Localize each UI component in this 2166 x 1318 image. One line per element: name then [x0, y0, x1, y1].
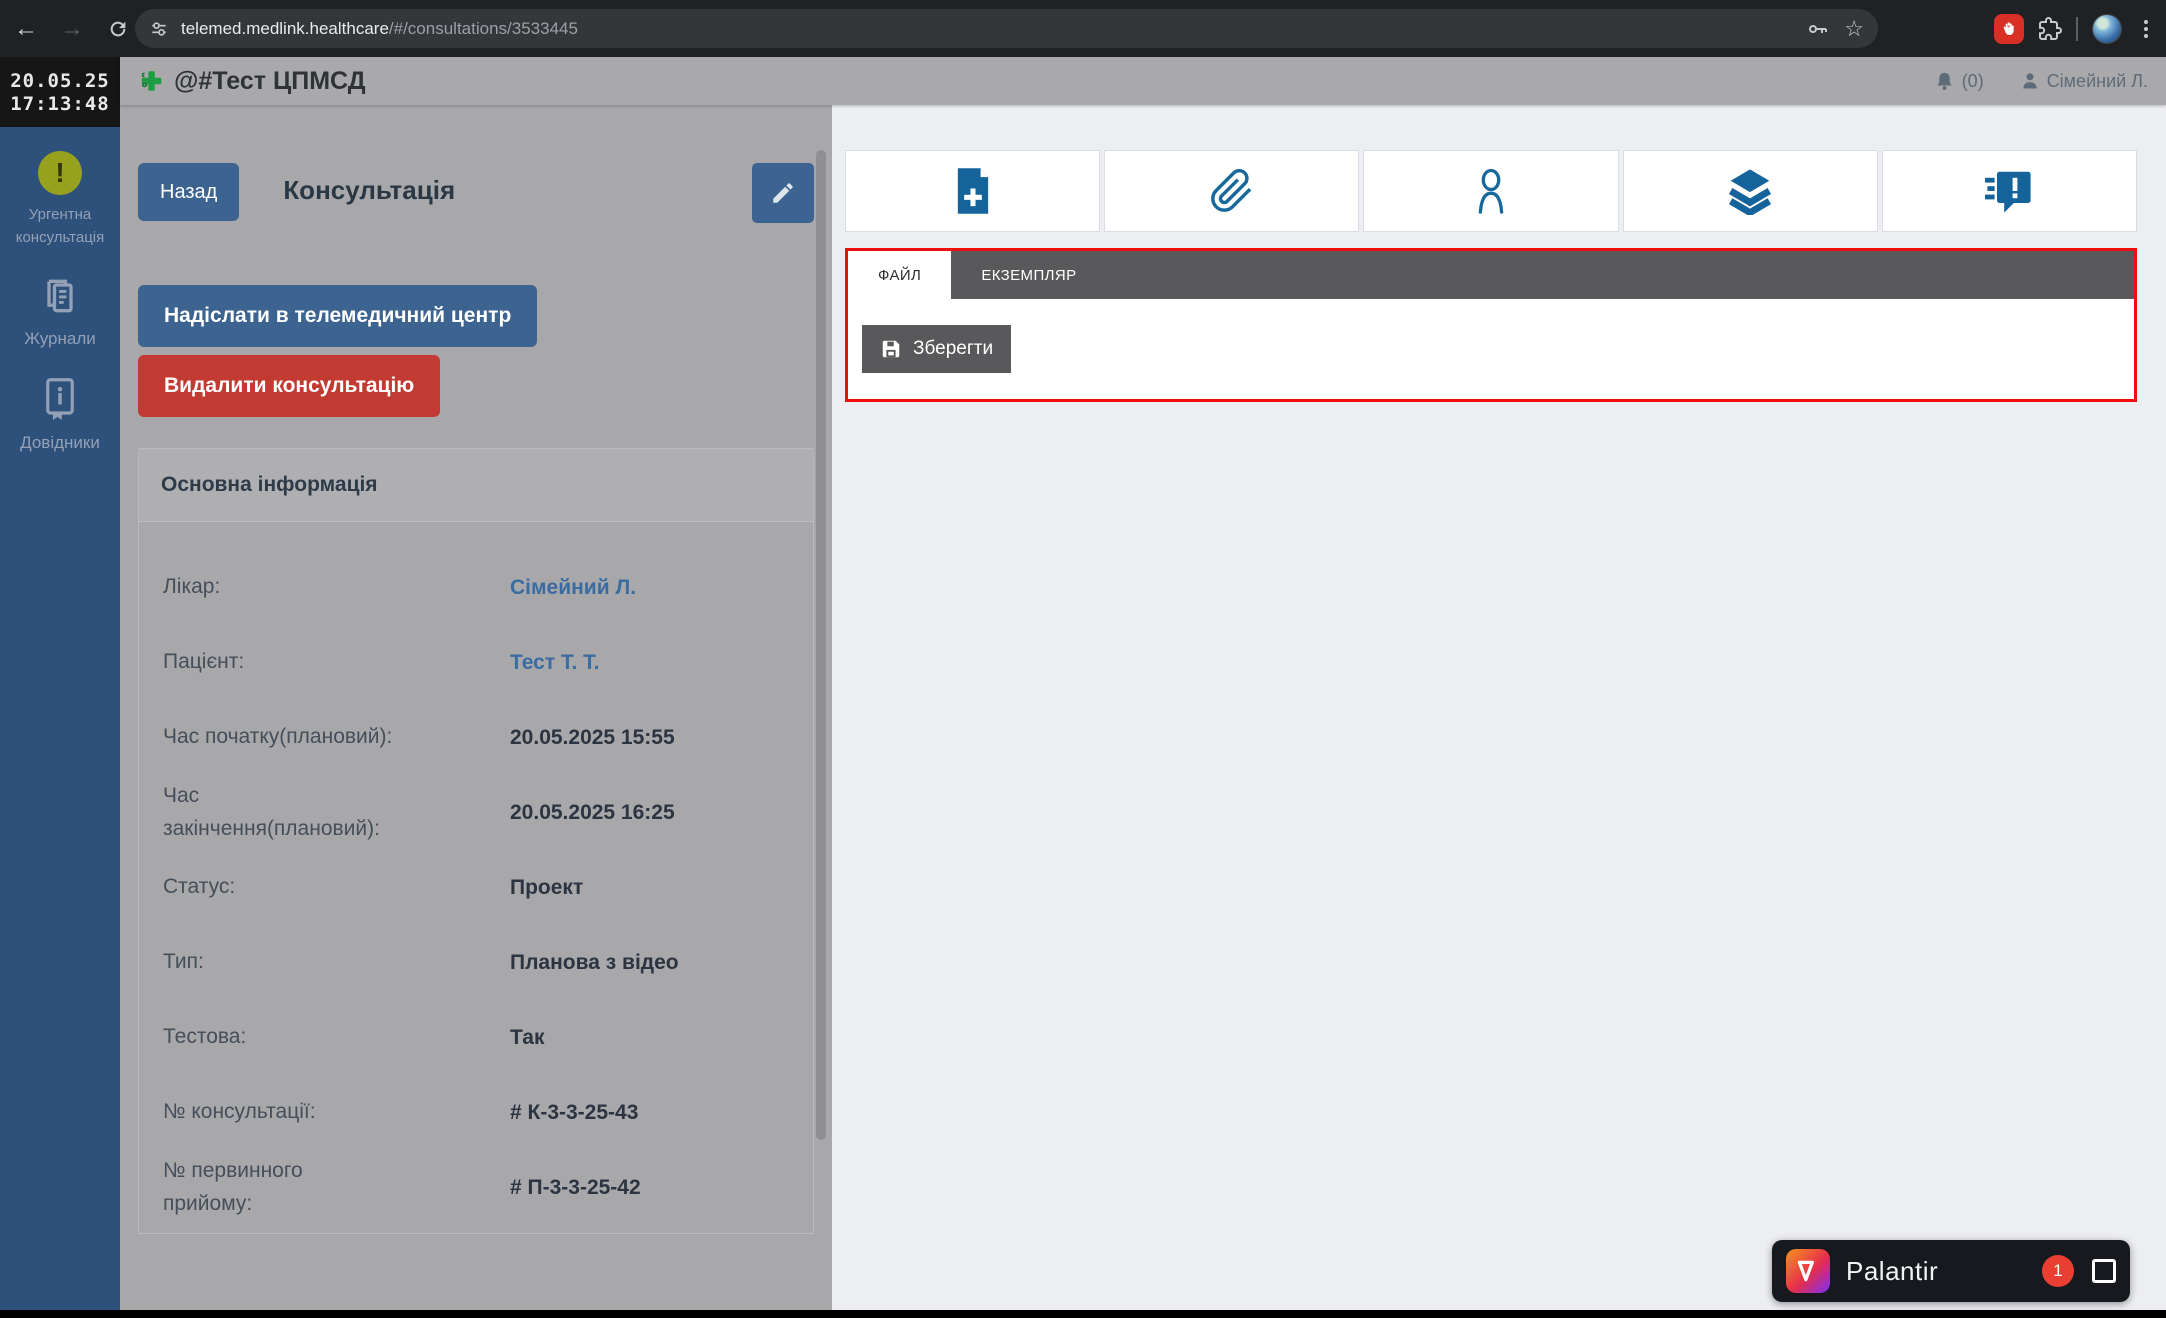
- info-label: № первинного прийому:: [163, 1155, 313, 1220]
- palantir-logo-icon: [1786, 1249, 1830, 1293]
- doctor-link[interactable]: Сімейний Л.: [510, 576, 789, 600]
- card-section-title: Основна інформація: [139, 449, 813, 522]
- sidebar-item-urgent-consultation[interactable]: ! Ургентна консультація: [3, 151, 117, 250]
- sidebar-item-handbooks[interactable]: Довідники: [3, 376, 117, 456]
- edit-button[interactable]: [752, 163, 814, 223]
- info-label: Час початку(плановий):: [163, 721, 413, 754]
- patient-link[interactable]: Тест Т. Т.: [510, 651, 789, 675]
- layers-icon: [1725, 167, 1775, 215]
- info-row-start-time: Час початку(плановий): 20.05.2025 15:55: [163, 700, 789, 775]
- person-outline-icon: [1469, 166, 1513, 216]
- bookmark-star-icon[interactable]: ☆: [1844, 16, 1864, 42]
- info-label: Статус:: [163, 871, 413, 904]
- paperclip-icon: [1209, 168, 1255, 214]
- page-title: Консультація: [283, 175, 455, 206]
- url-path: /#/consultations/3533445: [389, 19, 578, 39]
- browser-menu-icon[interactable]: [2136, 20, 2156, 38]
- info-value: Планова з відео: [510, 951, 789, 975]
- consultation-panel: Назад Консультація Надіслати в телемедич…: [120, 105, 832, 1310]
- info-row-type: Тип: Планова з відео: [163, 925, 789, 1000]
- sidebar-item-label: Журнали: [24, 326, 96, 352]
- user-name: Сімейний Л.: [2047, 71, 2148, 92]
- back-button[interactable]: Назад: [138, 163, 239, 221]
- user-menu[interactable]: Сімейний Л.: [2020, 71, 2148, 92]
- app-header: @#Тест ЦПМСД (0) Сімейний Л.: [120, 57, 2166, 105]
- section-toolbar: [845, 150, 2137, 232]
- toolbar-button-attachments[interactable]: [1104, 150, 1359, 232]
- digital-clock: 20.05.25 17:13:48: [0, 57, 120, 127]
- info-row-status: Статус: Проект: [163, 850, 789, 925]
- tab-bar: ФАЙЛ ЕКЗЕМПЛЯР: [848, 251, 2134, 299]
- palantir-badge: 1: [2042, 1255, 2074, 1287]
- info-label: № консультації:: [163, 1096, 413, 1129]
- info-label: Пацієнт:: [163, 646, 413, 679]
- delete-consultation-button[interactable]: Видалити консультацію: [138, 355, 440, 417]
- sidebar-item-label: Довідники: [20, 430, 100, 456]
- toolbar-button-medical-file[interactable]: [845, 150, 1100, 232]
- palantir-label: Palantir: [1846, 1256, 1938, 1287]
- info-row-doctor: Лікар: Сімейний Л.: [163, 550, 789, 625]
- info-value: 20.05.2025 15:55: [510, 726, 789, 750]
- main-info-card: Основна інформація Лікар: Сімейний Л. Па…: [138, 448, 814, 1234]
- info-row-consultation-number: № консультації: # К-3-3-25-43: [163, 1075, 789, 1150]
- medical-file-icon: [954, 167, 992, 215]
- screen-bottom-bar: [0, 1310, 2166, 1318]
- browser-back-icon[interactable]: ←: [6, 9, 46, 49]
- annotation-highlight-box: ФАЙЛ ЕКЗЕМПЛЯР Зберегти: [845, 248, 2137, 402]
- notifications-button[interactable]: (0): [1934, 71, 1984, 92]
- toolbar-button-participants[interactable]: [1363, 150, 1618, 232]
- save-button-label: Зберегти: [913, 338, 993, 360]
- url-host: telemed.medlink.healthcare: [181, 19, 389, 39]
- user-icon: [2020, 71, 2040, 91]
- handbooks-icon: [39, 376, 81, 422]
- info-label: Лікар:: [163, 571, 413, 604]
- toolbar-button-stack[interactable]: [1623, 150, 1878, 232]
- info-value: Проект: [510, 876, 789, 900]
- floppy-disk-icon: [880, 338, 902, 360]
- info-label: Тип:: [163, 946, 413, 979]
- app-title: @#Тест ЦПМСД: [174, 67, 366, 96]
- address-bar[interactable]: telemed.medlink.healthcare/#/consultatio…: [135, 9, 1878, 48]
- medical-cross-logo-icon: [138, 68, 164, 94]
- journals-icon: [38, 274, 82, 318]
- urgent-exclamation-icon: !: [38, 151, 82, 195]
- extensions-puzzle-icon[interactable]: [2038, 17, 2062, 41]
- save-button[interactable]: Зберегти: [862, 325, 1011, 373]
- info-value: 20.05.2025 16:25: [510, 801, 789, 825]
- toolbar-button-comments[interactable]: [1882, 150, 2137, 232]
- info-label: Час закінчення(плановий):: [163, 780, 313, 845]
- password-key-icon[interactable]: [1806, 17, 1830, 41]
- pencil-icon: [770, 180, 796, 206]
- bell-icon: [1934, 71, 1955, 92]
- info-row-test: Тестова: Так: [163, 1000, 789, 1075]
- info-label: Тестова:: [163, 1021, 413, 1054]
- info-value: # П-3-3-25-42: [510, 1176, 789, 1200]
- adblock-extension-icon[interactable]: [1994, 14, 2024, 44]
- scrollbar-thumb[interactable]: [816, 150, 826, 1140]
- info-row-end-time: Час закінчення(плановий): 20.05.2025 16:…: [163, 775, 789, 850]
- clock-time: 17:13:48: [10, 93, 110, 115]
- browser-forward-icon[interactable]: →: [52, 9, 92, 49]
- comment-alert-icon: [1985, 169, 2033, 213]
- tab-instance[interactable]: ЕКЗЕМПЛЯР: [951, 251, 1106, 299]
- tab-file[interactable]: ФАЙЛ: [848, 251, 951, 299]
- info-row-primary-visit-number: № первинного прийому: # П-3-3-25-42: [163, 1150, 789, 1225]
- info-value: # К-3-3-25-43: [510, 1101, 789, 1125]
- palantir-expand-icon[interactable]: [2092, 1259, 2116, 1283]
- browser-chrome: ← → telemed.medlink.healthcare/#/consult…: [0, 0, 2166, 57]
- profile-avatar[interactable]: [2092, 14, 2122, 44]
- info-row-patient: Пацієнт: Тест Т. Т.: [163, 625, 789, 700]
- clock-date: 20.05.25: [10, 70, 110, 92]
- browser-reload-icon[interactable]: [98, 9, 138, 49]
- notifications-count: (0): [1962, 71, 1984, 92]
- sidebar: 20.05.25 17:13:48 ! Ургентна консультаці…: [0, 57, 120, 1310]
- send-to-telemed-center-button[interactable]: Надіслати в телемедичний центр: [138, 285, 537, 347]
- sidebar-item-label: Ургентна консультація: [3, 203, 117, 250]
- info-value: Так: [510, 1026, 789, 1050]
- palantir-widget[interactable]: Palantir 1: [1772, 1240, 2130, 1302]
- site-settings-icon[interactable]: [149, 19, 169, 39]
- content-panel: ФАЙЛ ЕКЗЕМПЛЯР Зберегти: [832, 105, 2166, 1310]
- divider: [2076, 17, 2078, 41]
- sidebar-item-journals[interactable]: Журнали: [3, 274, 117, 352]
